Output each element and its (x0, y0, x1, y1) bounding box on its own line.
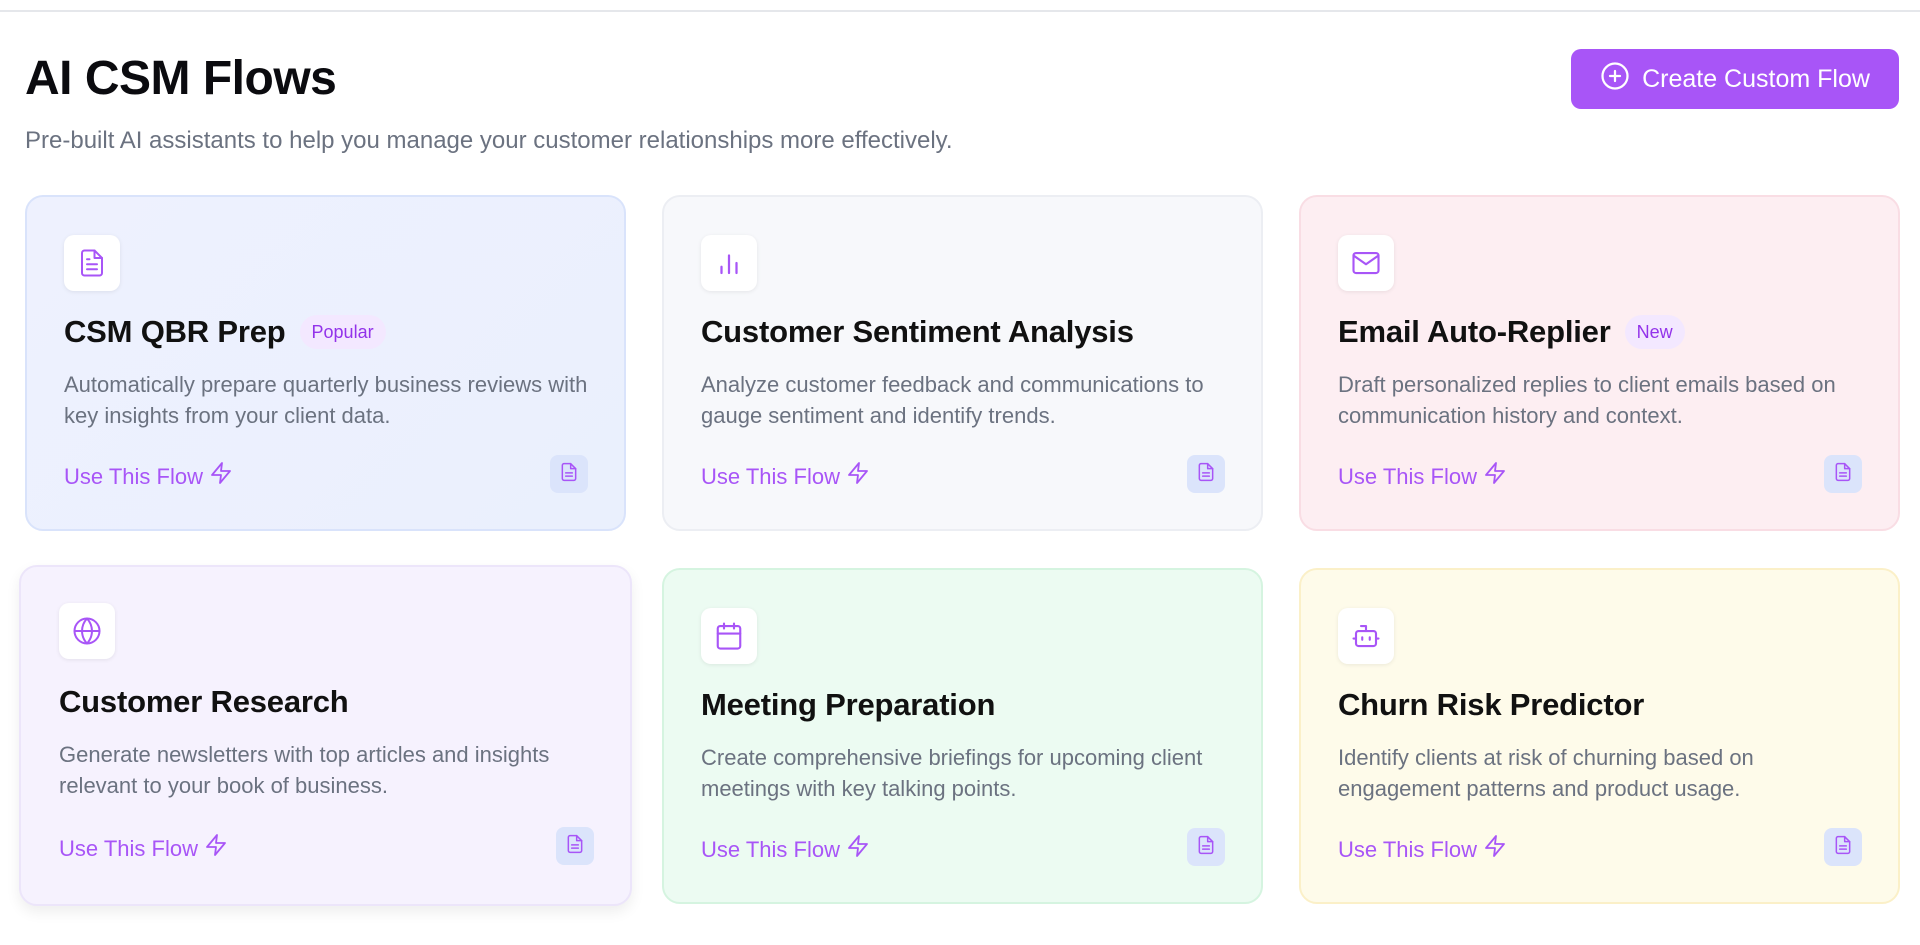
page-title: AI CSM Flows (25, 52, 337, 105)
lightning-icon (204, 833, 228, 864)
new-badge: New (1624, 315, 1685, 349)
card-description: Draft personalized replies to client ema… (1338, 372, 1836, 428)
card-title: Churn Risk Predictor (1338, 687, 1645, 722)
view-document-button[interactable] (1187, 828, 1225, 866)
card-title: Customer Sentiment Analysis (701, 314, 1134, 349)
bot-icon (1338, 608, 1394, 664)
view-document-button[interactable] (1824, 455, 1862, 493)
create-custom-flow-label: Create Custom Flow (1642, 64, 1870, 93)
globe-icon (59, 603, 115, 659)
file-icon (1833, 835, 1853, 860)
card-description: Automatically prepare quarterly business… (64, 372, 588, 428)
lightning-icon (846, 461, 870, 492)
card-description: Create comprehensive briefings for upcom… (701, 745, 1203, 801)
card-title: Email Auto-Replier (1338, 314, 1611, 349)
use-this-flow-link[interactable]: Use This Flow (64, 461, 233, 492)
card-description: Analyze customer feedback and communicat… (701, 372, 1204, 428)
file-icon (1833, 462, 1853, 487)
flow-card-customer-sentiment-analysis[interactable]: Customer Sentiment Analysis Analyze cust… (662, 195, 1263, 531)
flow-card-customer-research[interactable]: Customer Research Generate newsletters w… (19, 565, 632, 906)
bar-chart-icon (701, 235, 757, 291)
file-icon (1196, 462, 1216, 487)
view-document-button[interactable] (556, 827, 594, 865)
flow-card-email-auto-replier[interactable]: Email Auto-Replier New Draft personalize… (1299, 195, 1900, 531)
card-description: Identify clients at risk of churning bas… (1338, 745, 1754, 801)
view-document-button[interactable] (550, 455, 588, 493)
use-this-flow-link[interactable]: Use This Flow (701, 461, 870, 492)
view-document-button[interactable] (1187, 455, 1225, 493)
card-description: Generate newsletters with top articles a… (59, 742, 550, 798)
lightning-icon (209, 461, 233, 492)
card-title: Meeting Preparation (701, 687, 996, 722)
card-title: CSM QBR Prep (64, 314, 286, 349)
use-this-flow-label: Use This Flow (701, 463, 840, 489)
use-this-flow-label: Use This Flow (1338, 463, 1477, 489)
use-this-flow-label: Use This Flow (59, 835, 198, 861)
document-icon (64, 235, 120, 291)
lightning-icon (1483, 834, 1507, 865)
file-icon (565, 834, 585, 859)
page-subtitle: Pre-built AI assistants to help you mana… (25, 127, 953, 154)
flow-card-meeting-preparation[interactable]: Meeting Preparation Create comprehensive… (662, 568, 1263, 904)
create-custom-flow-button[interactable]: Create Custom Flow (1571, 49, 1899, 109)
use-this-flow-label: Use This Flow (1338, 836, 1477, 862)
file-icon (1196, 835, 1216, 860)
file-icon (559, 462, 579, 487)
flow-card-csm-qbr-prep[interactable]: CSM QBR Prep Popular Automatically prepa… (25, 195, 626, 531)
calendar-icon (701, 608, 757, 664)
use-this-flow-label: Use This Flow (701, 836, 840, 862)
plus-circle-icon (1600, 61, 1630, 98)
lightning-icon (1483, 461, 1507, 492)
view-document-button[interactable] (1824, 828, 1862, 866)
flow-card-churn-risk-predictor[interactable]: Churn Risk Predictor Identify clients at… (1299, 568, 1900, 904)
top-divider (0, 10, 1920, 12)
popular-badge: Popular (299, 315, 386, 349)
lightning-icon (846, 834, 870, 865)
use-this-flow-link[interactable]: Use This Flow (1338, 834, 1507, 865)
use-this-flow-link[interactable]: Use This Flow (701, 834, 870, 865)
use-this-flow-link[interactable]: Use This Flow (59, 833, 228, 864)
card-title: Customer Research (59, 684, 349, 719)
use-this-flow-label: Use This Flow (64, 463, 203, 489)
mail-icon (1338, 235, 1394, 291)
use-this-flow-link[interactable]: Use This Flow (1338, 461, 1507, 492)
